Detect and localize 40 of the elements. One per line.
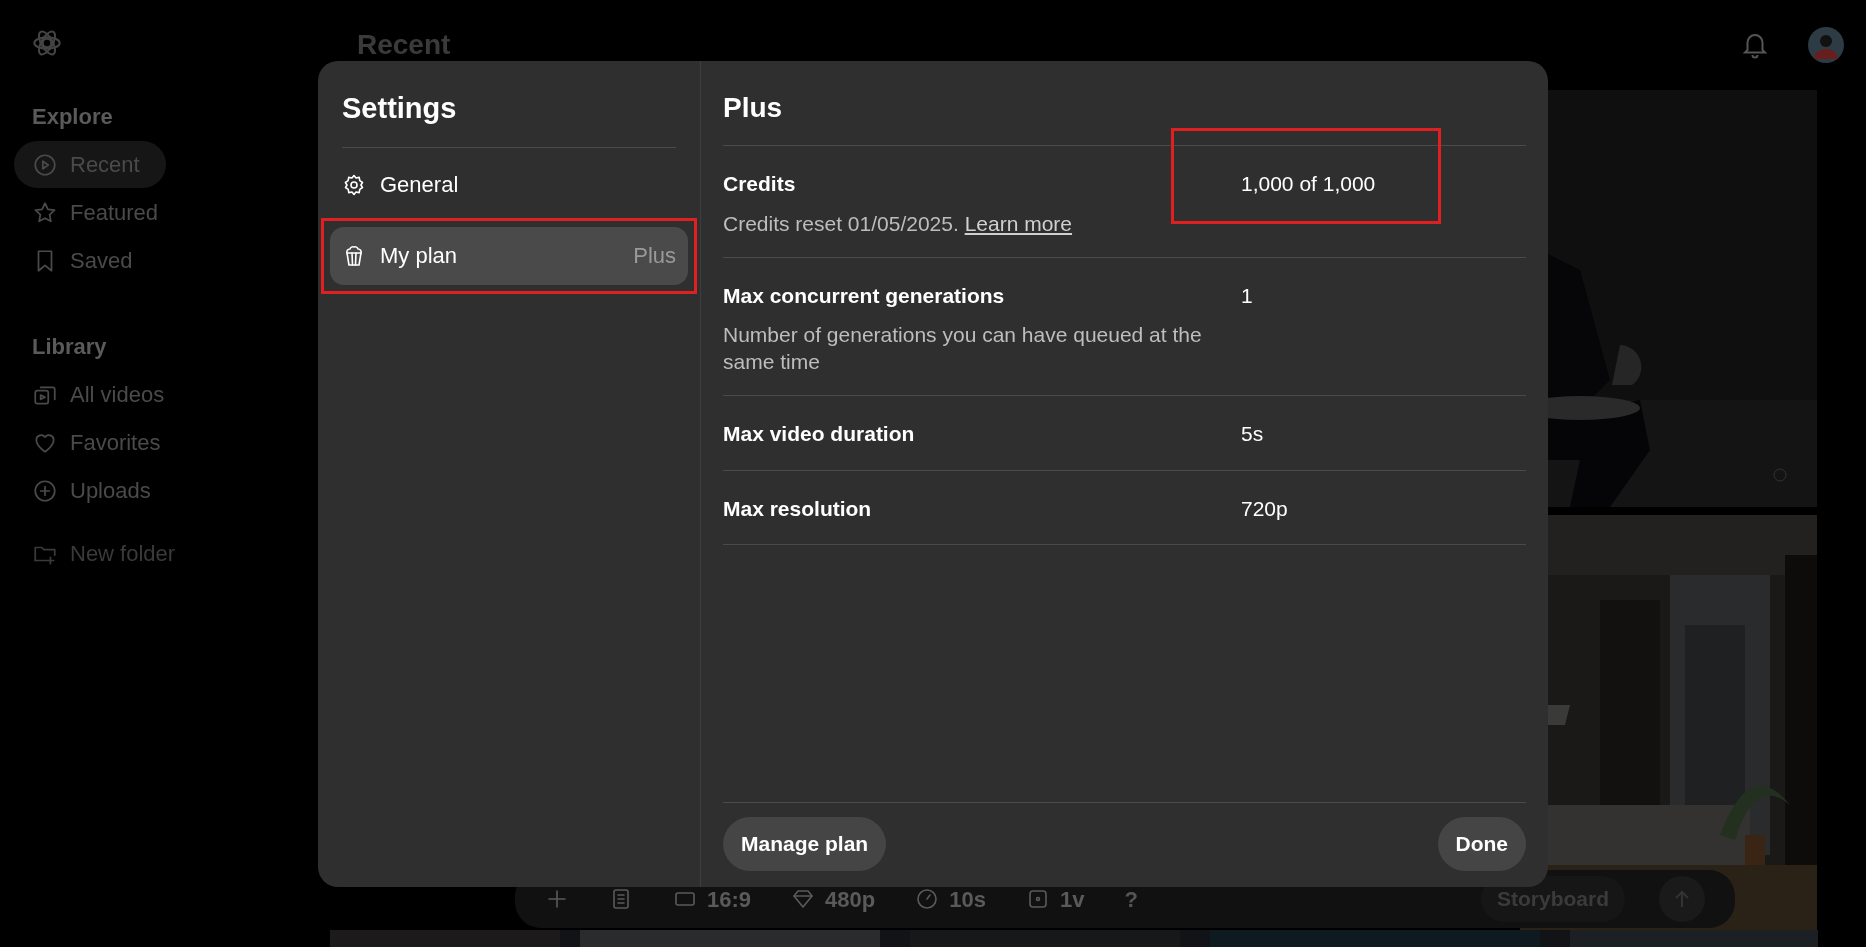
toolbar-option[interactable]: 480p	[791, 882, 876, 916]
setting-label: Max concurrent generations	[723, 282, 1006, 309]
setting-description: Credits reset 01/05/2025. Learn more	[723, 210, 1074, 237]
setting-label: Max resolution	[723, 495, 873, 522]
setting-value: 5s	[1241, 422, 1264, 445]
toolbar-option[interactable]: 1v	[1025, 882, 1085, 916]
toolbar-option[interactable]: 16:9	[673, 882, 752, 916]
panel-title: Plus	[723, 87, 1526, 146]
setting-value: 1	[1241, 283, 1253, 307]
settings-nav-item[interactable]: General	[330, 155, 688, 214]
toolbar-button[interactable]	[545, 887, 569, 911]
section-heading: Explore	[32, 103, 114, 131]
help-button[interactable]: ?	[1124, 882, 1138, 916]
dialog-title: Settings	[342, 87, 676, 148]
avatar[interactable]	[1808, 27, 1844, 63]
new-folder-button[interactable]: New folder	[14, 530, 196, 577]
sidebar-item[interactable]: Favorites	[14, 419, 187, 466]
sidebar-item[interactable]: All videos	[14, 371, 191, 418]
plus-circle-icon	[32, 477, 58, 504]
diamond-icon	[791, 887, 816, 911]
clock-icon	[915, 887, 940, 911]
play-icon	[32, 151, 58, 178]
learn-more-link[interactable]: Learn more	[964, 211, 1073, 235]
settings-icon	[342, 172, 366, 197]
setting-label: Max video duration	[723, 421, 916, 447]
settings-nav-item[interactable]: My plan Plus	[330, 226, 688, 285]
sidebar-item[interactable]: Saved	[14, 237, 159, 284]
plus-icon	[545, 887, 569, 911]
setting-value: 1,000 of 1,000	[1241, 172, 1376, 195]
manage-plan-button[interactable]: Manage plan	[723, 817, 887, 871]
toolbar-option[interactable]: 10s	[915, 882, 986, 916]
setting-label: Credits	[723, 171, 797, 197]
setting-description: Number of generations you can have queued at the same time	[723, 322, 1203, 375]
page-title: Recent	[357, 28, 451, 62]
sidebar-item[interactable]: Featured	[14, 189, 185, 236]
sidebar-item[interactable]: Uploads	[14, 467, 177, 514]
plan-label: Plus	[633, 242, 676, 270]
section-heading: Library	[32, 333, 108, 361]
done-button[interactable]: Done	[1437, 817, 1526, 871]
setting-value: 720p	[1241, 496, 1288, 520]
